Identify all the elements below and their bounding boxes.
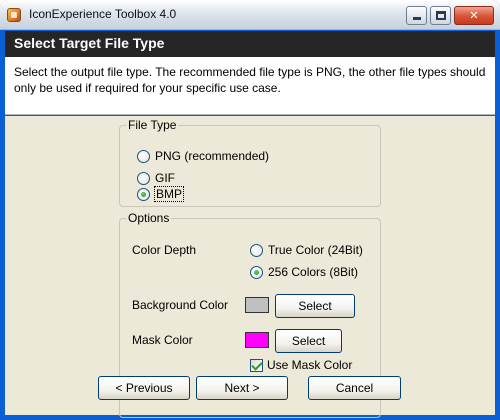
app-logo-icon [7,8,21,22]
minimize-button[interactable] [406,6,427,25]
title-bar[interactable]: IconExperience Toolbox 4.0 ✕ [0,0,500,30]
use-mask-color-label: Use Mask Color [267,358,353,372]
radio-png-label: PNG (recommended) [155,149,270,163]
radio-256-colors[interactable]: 256 Colors (8Bit) [250,265,358,279]
description-panel: Select the output file type. The recomme… [5,57,495,115]
cancel-button[interactable]: Cancel [308,376,401,400]
radio-bmp-indicator[interactable] [137,187,150,201]
background-color-select-button[interactable]: Select [275,294,355,318]
maximize-icon [435,11,446,20]
radio-png-indicator[interactable] [137,149,150,163]
minimize-icon [412,17,421,20]
window-title: IconExperience Toolbox 4.0 [29,7,177,21]
use-mask-color-check-indicator[interactable] [250,358,263,372]
close-icon: ✕ [469,9,479,22]
use-mask-color-checkbox[interactable]: Use Mask Color [250,358,352,372]
page-title: Select Target File Type [14,35,165,51]
mask-color-select-button[interactable]: Select [275,329,342,353]
radio-gif-label: GIF [155,171,175,185]
color-depth-label: Color Depth [132,243,197,257]
file-type-group: File Type PNG (recommended) GIF BMP [119,118,381,207]
radio-bmp-label: BMP [153,186,185,202]
radio-gif-indicator[interactable] [137,171,150,185]
mask-color-label: Mask Color [132,333,193,347]
radio-png[interactable]: PNG (recommended) [137,149,269,163]
radio-256-colors-indicator[interactable] [250,265,263,279]
next-button[interactable]: Next > [196,376,288,400]
app-window: IconExperience Toolbox 4.0 ✕ Select Targ… [0,0,500,420]
close-button[interactable]: ✕ [454,6,494,25]
description-text: Select the output file type. The recomme… [14,65,486,95]
radio-gif[interactable]: GIF [137,171,175,185]
options-legend: Options [126,211,172,225]
content-area: File Type PNG (recommended) GIF BMP Opti… [5,116,495,418]
file-type-legend: File Type [126,118,179,132]
radio-true-color-label: True Color (24Bit) [268,243,363,257]
radio-256-colors-label: 256 Colors (8Bit) [268,265,359,279]
radio-true-color[interactable]: True Color (24Bit) [250,243,363,257]
background-color-swatch [245,297,269,313]
radio-true-color-indicator[interactable] [250,243,263,257]
previous-button[interactable]: < Previous [98,376,190,400]
maximize-button[interactable] [430,6,451,25]
background-color-label: Background Color [132,298,229,312]
wizard-header: Select Target File Type [5,31,495,57]
radio-bmp[interactable]: BMP [137,186,185,202]
mask-color-swatch [245,332,269,348]
